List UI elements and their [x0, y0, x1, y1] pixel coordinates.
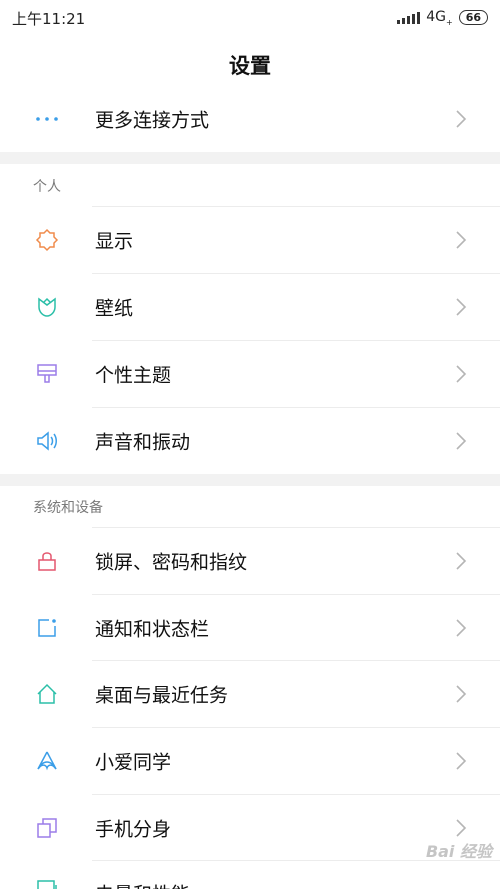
title-bar: 设置 — [0, 36, 500, 92]
status-time: 上午11:21 — [12, 10, 86, 28]
watermark: Bai 经验 — [425, 842, 492, 861]
status-bar: 上午11:21 4G+ 66 — [0, 0, 500, 36]
settings-item-label: 锁屏、密码和指纹 — [95, 551, 248, 574]
chevron-right-icon — [456, 552, 467, 570]
settings-item-label: 电量和性能 — [95, 880, 190, 889]
clone-icon — [34, 815, 60, 841]
chevron-right-icon — [456, 231, 467, 249]
battery-indicator: 66 — [458, 10, 488, 26]
section-header-system: 系统和设备 — [33, 500, 103, 516]
chevron-right-icon — [456, 365, 467, 383]
settings-item-battery[interactable]: 电量和性能 — [0, 861, 500, 889]
xiaoai-icon — [34, 748, 60, 774]
settings-item-notifications[interactable]: 通知和状态栏 — [0, 595, 500, 661]
settings-item-xiaoai[interactable]: 小爱同学 — [0, 728, 500, 794]
settings-item-label: 声音和振动 — [95, 431, 191, 454]
settings-item-label: 壁纸 — [95, 297, 134, 320]
settings-item-home-screen[interactable]: 桌面与最近任务 — [0, 661, 500, 727]
chevron-right-icon — [456, 432, 467, 450]
home-icon — [34, 681, 60, 707]
section-gap — [0, 474, 500, 486]
chevron-right-icon — [456, 110, 467, 128]
chevron-right-icon — [456, 298, 467, 316]
settings-item-label: 手机分身 — [95, 818, 172, 841]
speaker-icon — [34, 428, 60, 454]
network-type: 4G+ — [426, 9, 453, 27]
settings-item-themes[interactable]: 个性主题 — [0, 341, 500, 407]
settings-item-display[interactable]: 显示 — [0, 207, 500, 273]
settings-item-label: 显示 — [95, 230, 134, 253]
battery-icon — [34, 874, 60, 889]
notification-icon — [34, 615, 60, 641]
settings-item-label: 个性主题 — [95, 364, 172, 387]
chevron-right-icon — [456, 685, 467, 703]
settings-item-label: 更多连接方式 — [95, 109, 210, 132]
more-dots-icon — [34, 106, 60, 132]
settings-item-label: 桌面与最近任务 — [95, 684, 229, 707]
section-header-personal: 个人 — [33, 179, 61, 195]
settings-item-sound[interactable]: 声音和振动 — [0, 408, 500, 474]
chevron-right-icon — [456, 619, 467, 637]
status-indicators: 4G+ 66 — [397, 9, 488, 27]
chevron-right-icon — [456, 752, 467, 770]
chevron-right-icon — [456, 819, 467, 837]
signal-icon — [397, 11, 421, 24]
page-title: 设置 — [229, 54, 271, 78]
section-gap — [0, 152, 500, 164]
settings-item-lock-screen[interactable]: 锁屏、密码和指纹 — [0, 528, 500, 594]
brush-icon — [34, 361, 60, 387]
settings-item-label: 通知和状态栏 — [95, 618, 210, 641]
settings-item-wallpaper[interactable]: 壁纸 — [0, 274, 500, 340]
settings-item-more-connections[interactable]: 更多连接方式 — [0, 86, 500, 152]
sun-icon — [34, 227, 60, 253]
settings-item-label: 小爱同学 — [95, 751, 172, 774]
tulip-icon — [34, 294, 60, 320]
lock-icon — [34, 548, 60, 574]
